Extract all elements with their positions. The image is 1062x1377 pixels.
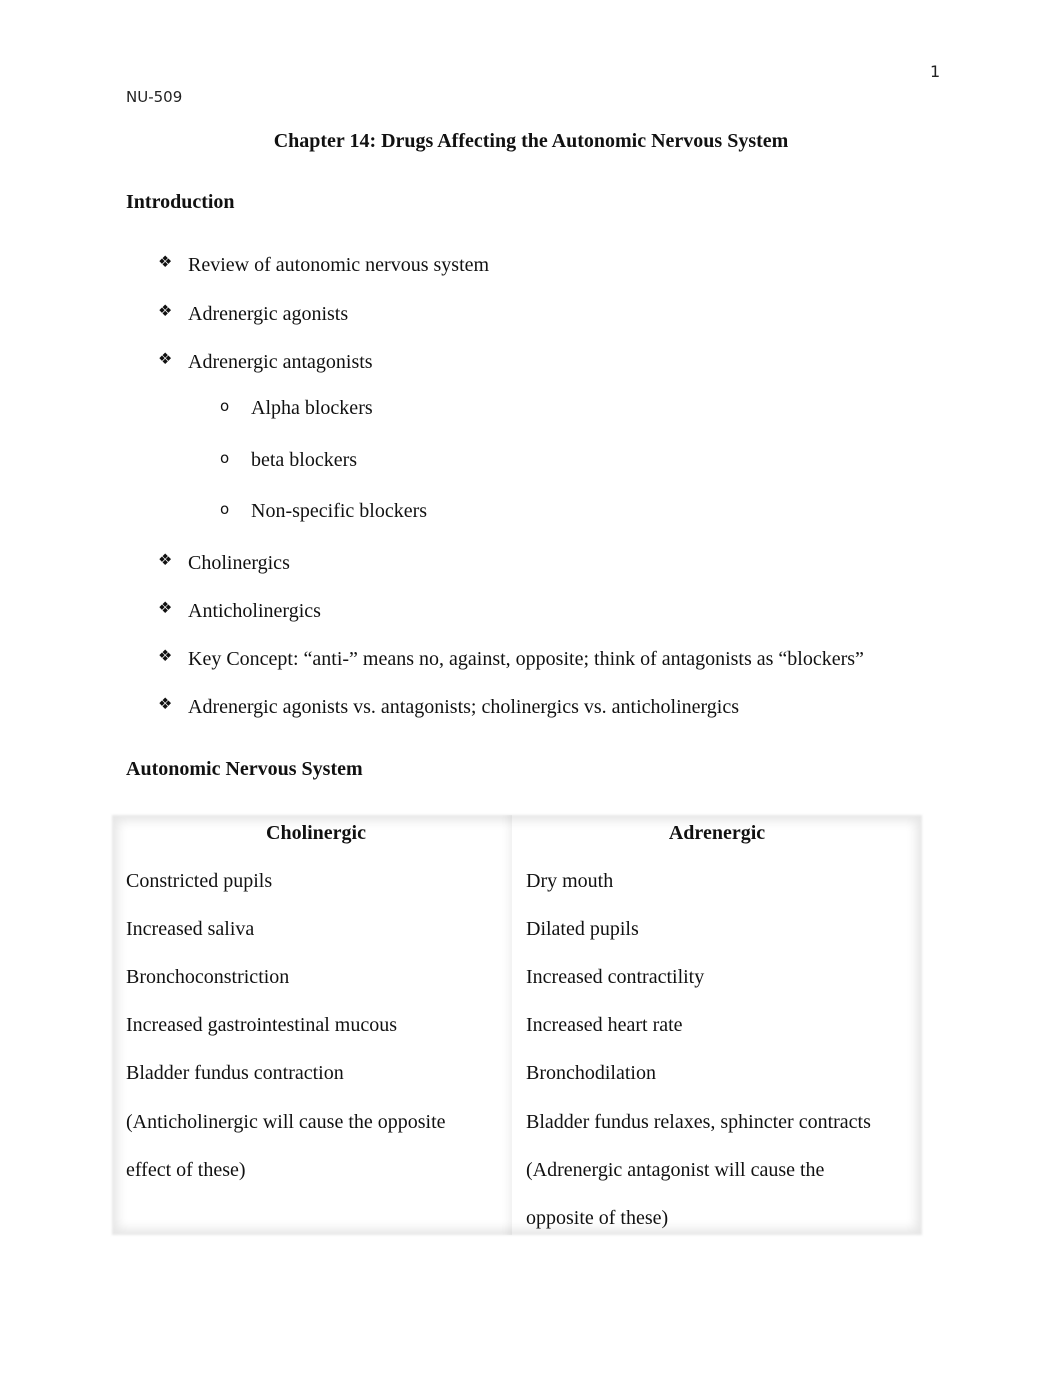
list-item: ❖ Adrenergic agonists: [158, 303, 348, 326]
diamond-cluster-icon: ❖: [158, 552, 173, 569]
diamond-cluster-icon: ❖: [158, 254, 173, 271]
comparison-table: Cholinergic Constricted pupils Increased…: [112, 815, 922, 1235]
table-cell: (Adrenergic antagonist will cause the: [526, 1159, 825, 1181]
sub-list-item: o Non-specific blockers: [220, 500, 427, 523]
diamond-cluster-icon: ❖: [158, 303, 173, 320]
table-cell: (Anticholinergic will cause the opposite: [126, 1111, 446, 1133]
table-column-adrenergic: Adrenergic Dry mouth Dilated pupils Incr…: [512, 815, 922, 1235]
list-item: ❖ Anticholinergics: [158, 600, 321, 623]
table-cell: Dry mouth: [526, 870, 614, 892]
list-item-text: Anticholinergics: [188, 600, 321, 622]
list-item: ❖ Adrenergic antagonists: [158, 351, 373, 374]
sub-list-item-text: Non-specific blockers: [251, 500, 428, 522]
table-cell: Increased contractility: [526, 966, 705, 988]
list-item-key-concept: ❖ Key Concept: “anti-” means no, against…: [158, 648, 864, 671]
diamond-cluster-icon: ❖: [158, 696, 173, 713]
column-header: Adrenergic: [668, 822, 766, 844]
sub-list-item: o beta blockers: [220, 449, 357, 472]
table-cell: Bladder fundus relaxes, sphincter contra…: [526, 1111, 871, 1133]
diamond-cluster-icon: ❖: [158, 351, 173, 368]
table-cell: Bronchoconstriction: [126, 966, 290, 988]
section-heading-autonomic-nervous-system: Autonomic Nervous System: [126, 758, 363, 780]
list-item-text: Adrenergic antagonists: [188, 351, 373, 373]
document-title: Chapter 14: Drugs Affecting the Autonomi…: [273, 130, 789, 152]
table-column-cholinergic: Cholinergic Constricted pupils Increased…: [112, 815, 512, 1235]
list-item: ❖ Cholinergics: [158, 552, 290, 575]
sub-list-item: o Alpha blockers: [220, 397, 373, 420]
section-heading-introduction: Introduction: [126, 191, 235, 213]
page-number: 1: [930, 62, 941, 81]
sub-list-item-text: Alpha blockers: [251, 397, 373, 419]
list-item-text: Adrenergic agonists vs. antagonists; cho…: [188, 696, 740, 718]
list-item: ❖ Adrenergic agonists vs. antagonists; c…: [158, 696, 739, 719]
table-cell: Increased saliva: [126, 918, 255, 940]
table-cell: opposite of these): [526, 1207, 669, 1229]
list-item-text: Adrenergic agonists: [188, 303, 349, 325]
table-cell: Increased heart rate: [526, 1014, 683, 1036]
list-item-text: Key Concept: “anti-” means no, against, …: [188, 648, 864, 670]
list-item-text: Review of autonomic nervous system: [188, 254, 490, 276]
diamond-cluster-icon: ❖: [158, 600, 173, 617]
hollow-circle-icon: o: [220, 500, 230, 518]
table-cell: Bronchodilation: [526, 1062, 656, 1084]
diamond-cluster-icon: ❖: [158, 648, 173, 665]
hollow-circle-icon: o: [220, 397, 230, 415]
table-cell: Dilated pupils: [526, 918, 639, 940]
table-cell: Constricted pupils: [126, 870, 273, 892]
running-head: NU-509: [126, 88, 183, 106]
table-cell: Increased gastrointestinal mucous: [126, 1014, 398, 1036]
table-cell: Bladder fundus contraction: [126, 1062, 344, 1084]
column-header: Cholinergic: [266, 822, 366, 844]
list-item-text: Cholinergics: [188, 552, 290, 574]
table-cell: effect of these): [126, 1159, 246, 1181]
sub-list-item-text: beta blockers: [251, 449, 358, 471]
list-item: ❖ Review of autonomic nervous system: [158, 254, 489, 277]
hollow-circle-icon: o: [220, 449, 230, 467]
